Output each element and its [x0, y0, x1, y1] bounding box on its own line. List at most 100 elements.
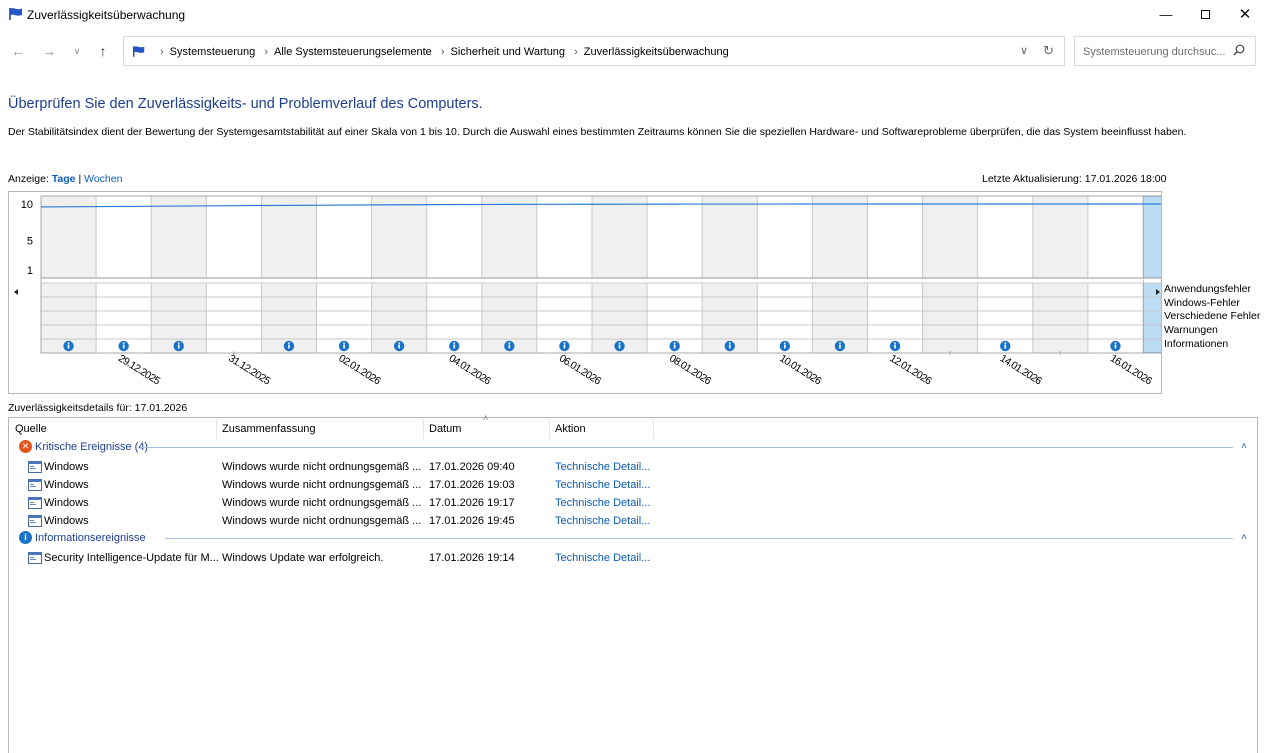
- day-column: [41, 196, 97, 278]
- row-date: 17.01.2026 09:40: [429, 461, 515, 473]
- collapse-group-icon[interactable]: ˄: [1241, 441, 1247, 452]
- info-event-glyph: [673, 342, 676, 344]
- refresh-icon[interactable]: ↻: [1043, 43, 1054, 59]
- chevron-down-icon[interactable]: ∨: [1020, 44, 1028, 57]
- view-weeks-link[interactable]: Wochen: [84, 173, 122, 185]
- day-column: [206, 196, 262, 278]
- info-event-glyph: [508, 344, 511, 349]
- info-event-glyph: [177, 344, 180, 349]
- reliability-chart[interactable]: 10 5 1 29.12.2025 31.12.2025 02.01.2026 04.01.…: [8, 191, 1162, 394]
- breadcrumb-item[interactable]: Sicherheit und Wartung: [451, 46, 566, 58]
- recent-locations-button[interactable]: ∨: [67, 42, 87, 60]
- day-column: [757, 196, 813, 278]
- info-event-glyph: [1114, 344, 1117, 349]
- row-summary: Windows wurde nicht ordnungsgemäß ...: [222, 461, 422, 473]
- breadcrumb-item[interactable]: Alle Systemsteuerungselemente: [274, 46, 432, 58]
- legend-entry: Windows-Fehler: [1164, 296, 1240, 309]
- info-event-glyph: [177, 342, 180, 344]
- breadcrumb: › Systemsteuerung › Alle Systemsteuerungse…: [154, 46, 729, 58]
- column-header-action[interactable]: Aktion: [549, 422, 653, 442]
- day-column: [481, 196, 537, 278]
- row-date: 17.01.2026 19:45: [429, 515, 515, 527]
- row-action-link[interactable]: Technische Detail...: [555, 497, 650, 509]
- collapse-group-icon[interactable]: ˄: [1241, 532, 1247, 543]
- x-tick-label: 14.01.2026: [998, 352, 1044, 387]
- table-row[interactable]: Windows Windows wurde nicht ordnungsgemäß…: [9, 512, 1257, 530]
- up-button[interactable]: ↑: [93, 42, 113, 60]
- window-title: Zuverlässigkeitsüberwachung: [27, 8, 186, 22]
- info-event-glyph: [122, 342, 125, 344]
- view-days-link[interactable]: Tage: [52, 173, 76, 185]
- column-header-date[interactable]: Datum: [423, 422, 549, 442]
- chevron-right-icon: ›: [264, 46, 269, 58]
- info-event-glyph: [398, 342, 400, 344]
- event-group-header[interactable]: i Informationsereignisse: [19, 531, 146, 544]
- day-column: [812, 196, 868, 278]
- day-column: [647, 196, 703, 278]
- window-icon: [28, 461, 42, 473]
- table-row[interactable]: Windows Windows wurde nicht ordnungsgemäß…: [9, 494, 1257, 512]
- close-button[interactable]: ✕: [1222, 0, 1266, 28]
- breadcrumb-item[interactable]: Zuverlässigkeitsüberwachung: [584, 46, 729, 58]
- row-action-link[interactable]: Technische Detail...: [555, 461, 650, 473]
- legend-entry: Informationen: [1164, 337, 1229, 350]
- forward-button[interactable]: →: [39, 42, 59, 60]
- row-source: Windows: [44, 461, 89, 473]
- day-column: [702, 196, 758, 278]
- info-event-glyph: [894, 342, 896, 344]
- column-divider: [653, 419, 654, 439]
- view-selector: Anzeige: Tage | Wochen: [8, 173, 122, 185]
- page-description: Der Stabilitätsindex dient der Bewertung…: [8, 126, 1187, 138]
- day-column: [536, 196, 592, 278]
- search-input[interactable]: Systemsteuerung durchsuc...: [1074, 36, 1256, 66]
- info-event-glyph: [563, 344, 566, 349]
- day-column: [922, 196, 978, 278]
- event-group-label: Kritische Ereignisse (4): [35, 440, 149, 453]
- day-event-column: [1032, 283, 1088, 353]
- sort-indicator-icon: ˄: [483, 413, 489, 423]
- row-action-link[interactable]: Technische Detail...: [555, 515, 650, 527]
- event-group-header[interactable]: ✕ Kritische Ereignisse (4): [19, 440, 148, 453]
- address-box[interactable]: › Systemsteuerung › Alle Systemsteuerungse…: [123, 36, 1065, 66]
- column-header-source[interactable]: Quelle: [9, 422, 217, 442]
- row-date: 17.01.2026 19:17: [429, 497, 515, 509]
- info-event-glyph: [343, 342, 345, 344]
- info-event-glyph: [1114, 342, 1117, 344]
- day-column: [371, 196, 427, 278]
- title-bar: Zuverlässigkeitsüberwachung — ✕: [0, 0, 1266, 28]
- back-button[interactable]: ←: [8, 42, 28, 60]
- row-summary: Windows wurde nicht ordnungsgemäß ...: [222, 497, 422, 509]
- info-event-glyph: [839, 344, 841, 349]
- chevron-right-icon: ›: [160, 46, 164, 58]
- row-action-link[interactable]: Technische Detail...: [555, 552, 650, 564]
- address-bar: ← → ∨ ↑ › Systemsteuerung › Alle Systemste…: [0, 34, 1266, 68]
- info-event-glyph: [728, 342, 731, 344]
- reliability-chart-svg: 10 5 1 29.12.2025 31.12.2025 02.01.2026 04.01.…: [14, 195, 1161, 388]
- minimize-icon: —: [1159, 6, 1173, 22]
- row-source: Windows: [44, 497, 89, 509]
- info-event-glyph: [784, 344, 786, 349]
- chevron-right-icon: ›: [574, 46, 578, 58]
- table-row[interactable]: Security Intelligence-Update für M... Win…: [9, 549, 1257, 567]
- last-update: Letzte Aktualisierung: 17.01.2026 18:00: [982, 173, 1167, 185]
- flag-icon: [9, 8, 22, 20]
- window-icon: [28, 552, 42, 564]
- breadcrumb-item[interactable]: Systemsteuerung: [170, 46, 256, 58]
- day-column: [1087, 196, 1143, 278]
- table-row[interactable]: Windows Windows wurde nicht ordnungsgemäß…: [9, 458, 1257, 476]
- search-icon: [1233, 44, 1245, 56]
- close-icon: ✕: [1238, 6, 1252, 23]
- x-tick-label: 02.01.2026: [336, 352, 382, 387]
- day-column: [977, 196, 1033, 278]
- event-group-label: Informationsereignisse: [35, 531, 146, 544]
- row-summary: Windows wurde nicht ordnungsgemäß ...: [222, 515, 422, 527]
- legend-entry: Anwendungsfehler: [1164, 283, 1251, 295]
- day-column: [1143, 196, 1161, 278]
- info-event-icon: i: [19, 531, 32, 544]
- info-event-glyph: [1004, 344, 1007, 349]
- column-header-summary[interactable]: Zusammenfassung: [216, 422, 424, 442]
- table-row[interactable]: Windows Windows wurde nicht ordnungsgemäß…: [9, 476, 1257, 494]
- row-action-link[interactable]: Technische Detail...: [555, 479, 650, 491]
- day-event-column: [922, 283, 978, 353]
- arrow-up-icon: ↑: [99, 43, 107, 59]
